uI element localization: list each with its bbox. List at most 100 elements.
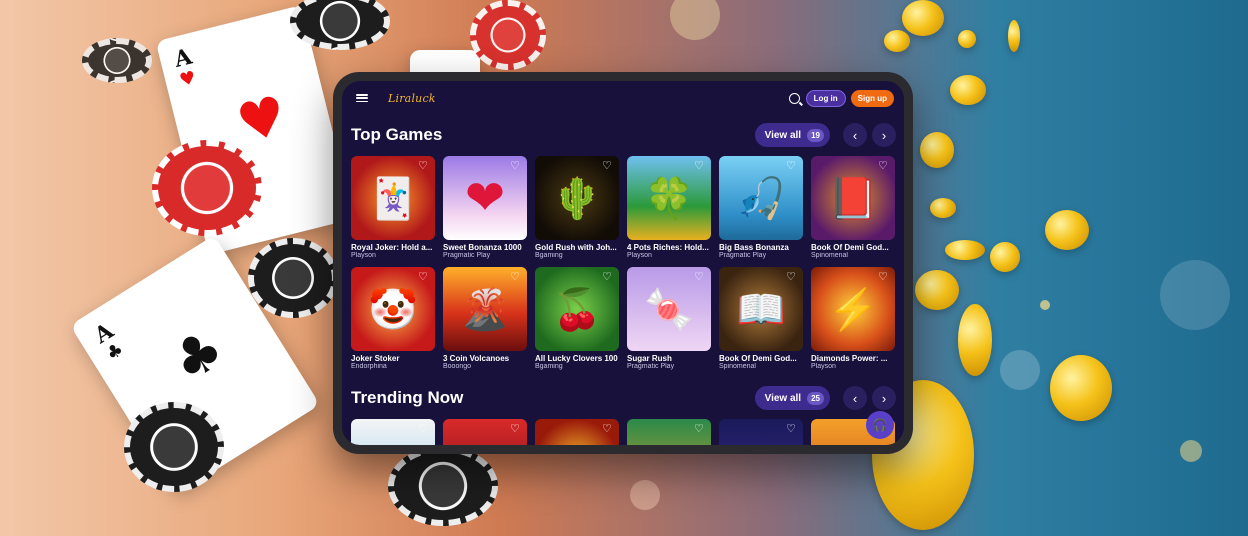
- game-thumbnail[interactable]: ♡: [627, 419, 711, 445]
- prev-button[interactable]: ‹: [843, 386, 867, 410]
- favorite-heart-icon[interactable]: ♡: [786, 424, 797, 435]
- game-thumbnail[interactable]: 🃏 ♡: [351, 156, 435, 240]
- favorite-heart-icon[interactable]: ♡: [878, 161, 889, 172]
- favorite-heart-icon[interactable]: ♡: [510, 161, 521, 172]
- game-thumbnail[interactable]: 📕 ♡: [811, 156, 895, 240]
- poker-chip: [82, 38, 152, 83]
- favorite-heart-icon[interactable]: ♡: [786, 272, 797, 283]
- favorite-heart-icon[interactable]: ♡: [602, 272, 613, 283]
- game-provider: Bgaming: [535, 252, 563, 259]
- view-all-button[interactable]: View all 19: [754, 123, 830, 147]
- count-badge: 19: [807, 128, 824, 142]
- view-all-label: View all: [764, 392, 802, 404]
- next-button[interactable]: ›: [872, 386, 896, 410]
- top-bar: Liraluck Log in Sign up: [342, 81, 904, 115]
- game-thumbnail[interactable]: ❤ ♡: [443, 156, 527, 240]
- gold-coin: [1008, 20, 1020, 52]
- game-title: All Lucky Clovers 100: [535, 354, 618, 363]
- gold-coin: [920, 132, 954, 168]
- favorite-heart-icon[interactable]: ♡: [510, 424, 521, 435]
- bokeh-light: [1180, 440, 1202, 462]
- favorite-heart-icon[interactable]: ♡: [786, 161, 797, 172]
- bokeh-light: [1160, 260, 1230, 330]
- view-all-button[interactable]: View all 25: [754, 386, 830, 410]
- gold-coin: [1045, 210, 1089, 250]
- next-button[interactable]: ›: [872, 123, 896, 147]
- favorite-heart-icon[interactable]: ♡: [418, 161, 429, 172]
- brand-logo[interactable]: Liraluck: [388, 92, 436, 105]
- game-thumbnail[interactable]: 🍬 ♡: [627, 267, 711, 351]
- top-games-row-1: 🃏 ♡ Royal Joker: Hold a... Playson ❤ ♡ Swe…: [351, 156, 895, 259]
- game-tile[interactable]: 🍀 ♡ 4 Pots Riches: Hold... Playson: [627, 156, 711, 259]
- game-tile[interactable]: 📖 ♡ Book Of Demi God... Spinomenal: [719, 267, 803, 370]
- game-tile[interactable]: 🃏 ♡ Royal Joker: Hold a... Playson: [351, 156, 435, 259]
- game-tile[interactable]: 🤡 ♡ Joker Stoker Endorphina: [351, 267, 435, 370]
- game-thumbnail[interactable]: 🌵 ♡: [535, 156, 619, 240]
- gold-coin: [958, 30, 976, 48]
- gold-coin: [945, 240, 985, 260]
- game-thumbnail[interactable]: ⚡ ♡: [811, 267, 895, 351]
- trending-row: ♡ ♡ ♡ ♡ ♡ ♡: [351, 419, 895, 445]
- game-thumbnail[interactable]: ♡: [351, 419, 435, 445]
- game-thumbnail[interactable]: 📖 ♡: [719, 267, 803, 351]
- bokeh-light: [630, 480, 660, 510]
- game-tile[interactable]: 🌋 ♡ 3 Coin Volcanoes Booongo: [443, 267, 527, 370]
- game-tile[interactable]: ♡: [535, 419, 619, 445]
- game-thumbnail[interactable]: ♡: [719, 419, 803, 445]
- game-tile[interactable]: ⚡ ♡ Diamonds Power: ... Playson: [811, 267, 895, 370]
- favorite-heart-icon[interactable]: ♡: [694, 272, 705, 283]
- game-title: Joker Stoker: [351, 354, 400, 363]
- poker-chip: [248, 238, 338, 318]
- favorite-heart-icon[interactable]: ♡: [418, 424, 429, 435]
- game-title: 3 Coin Volcanoes: [443, 354, 510, 363]
- prev-button[interactable]: ‹: [843, 123, 867, 147]
- game-tile[interactable]: ♡: [719, 419, 803, 445]
- game-provider: Pragmatic Play: [719, 252, 767, 259]
- support-chat-icon[interactable]: 🎧: [866, 411, 894, 439]
- poker-chip: [388, 446, 498, 526]
- game-thumbnail[interactable]: 🌋 ♡: [443, 267, 527, 351]
- favorite-heart-icon[interactable]: ♡: [602, 424, 613, 435]
- game-tile[interactable]: ♡: [443, 419, 527, 445]
- game-provider: Endorphina: [351, 363, 387, 370]
- favorite-heart-icon[interactable]: ♡: [602, 161, 613, 172]
- hamburger-icon[interactable]: [356, 94, 368, 102]
- game-provider: Playson: [811, 363, 836, 370]
- gold-coin: [990, 242, 1020, 272]
- game-thumbnail[interactable]: 🍀 ♡: [627, 156, 711, 240]
- game-provider: Playson: [627, 252, 652, 259]
- game-thumbnail[interactable]: 🍒 ♡: [535, 267, 619, 351]
- game-title: Book Of Demi God...: [719, 354, 797, 363]
- game-thumbnail[interactable]: ♡: [443, 419, 527, 445]
- game-tile[interactable]: 🍒 ♡ All Lucky Clovers 100 Bgaming: [535, 267, 619, 370]
- game-thumbnail[interactable]: 🤡 ♡: [351, 267, 435, 351]
- game-tile[interactable]: ♡: [351, 419, 435, 445]
- club-suit-icon: ♣: [160, 316, 235, 396]
- game-tile[interactable]: 🌵 ♡ Gold Rush with Joh... Bgaming: [535, 156, 619, 259]
- bokeh-light: [1000, 350, 1040, 390]
- bokeh-light: [670, 0, 720, 40]
- favorite-heart-icon[interactable]: ♡: [418, 272, 429, 283]
- favorite-heart-icon[interactable]: ♡: [878, 272, 889, 283]
- favorite-heart-icon[interactable]: ♡: [694, 424, 705, 435]
- game-thumbnail[interactable]: ♡: [535, 419, 619, 445]
- gold-coin: [950, 75, 986, 105]
- game-thumbnail[interactable]: 🎣 ♡: [719, 156, 803, 240]
- game-title: Book Of Demi God...: [811, 243, 889, 252]
- game-tile[interactable]: 🍬 ♡ Sugar Rush Pragmatic Play: [627, 267, 711, 370]
- game-provider: Pragmatic Play: [443, 252, 491, 259]
- game-tile[interactable]: 📕 ♡ Book Of Demi God... Spinomenal: [811, 156, 895, 259]
- favorite-heart-icon[interactable]: ♡: [510, 272, 521, 283]
- favorite-heart-icon[interactable]: ♡: [694, 161, 705, 172]
- gold-coin: [958, 304, 992, 376]
- search-icon[interactable]: [788, 92, 800, 104]
- card-suit-icon: ♥: [177, 67, 199, 92]
- game-tile[interactable]: ❤ ♡ Sweet Bonanza 1000 Pragmatic Play: [443, 156, 527, 259]
- view-all-label: View all: [764, 129, 802, 141]
- game-provider: Booongo: [443, 363, 472, 370]
- game-title: Sweet Bonanza 1000: [443, 243, 522, 252]
- signup-button[interactable]: Sign up: [850, 89, 894, 107]
- game-tile[interactable]: 🎣 ♡ Big Bass Bonanza Pragmatic Play: [719, 156, 803, 259]
- game-tile[interactable]: ♡: [627, 419, 711, 445]
- login-button[interactable]: Log in: [805, 89, 846, 107]
